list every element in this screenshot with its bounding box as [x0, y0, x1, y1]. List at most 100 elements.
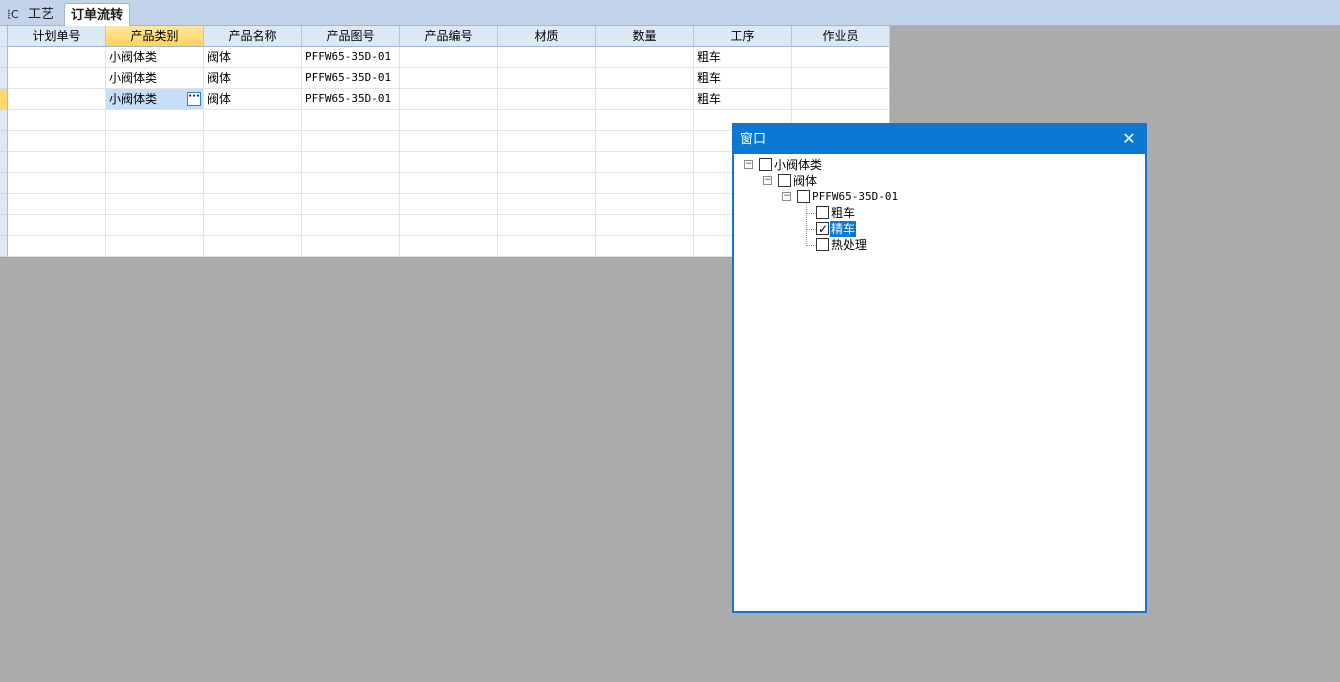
cell-product-category[interactable]: 小阀体类: [106, 68, 204, 89]
grid-cell-empty[interactable]: [498, 131, 596, 152]
cell-operator[interactable]: [792, 68, 889, 89]
tree-checkbox-checked[interactable]: [816, 221, 829, 237]
table-row-current[interactable]: 小阀体类 ··· 阀体 PFFW65-35D-01 粗车: [0, 89, 889, 110]
tree-checkbox[interactable]: [797, 190, 810, 203]
cell-product-name[interactable]: 阀体: [204, 89, 302, 110]
grid-cell-empty[interactable]: [106, 110, 204, 131]
cell-product-code[interactable]: [400, 47, 498, 68]
grid-cell-empty[interactable]: [596, 215, 694, 236]
grid-cell-empty[interactable]: [302, 152, 400, 173]
cell-plan-no[interactable]: [8, 47, 106, 68]
row-header[interactable]: [0, 173, 8, 194]
cell-product-name[interactable]: 阀体: [204, 47, 302, 68]
cell-product-code[interactable]: [400, 89, 498, 110]
row-header[interactable]: [0, 194, 8, 215]
tab-craft[interactable]: 工艺: [22, 3, 60, 26]
grid-cell-empty[interactable]: [400, 236, 498, 257]
col-header-quantity[interactable]: 数量: [596, 26, 694, 47]
grid-cell-empty[interactable]: [498, 110, 596, 131]
cell-product-category-editing[interactable]: 小阀体类 ···: [106, 89, 204, 110]
grid-cell-empty[interactable]: [204, 215, 302, 236]
grid-cell-empty[interactable]: [498, 236, 596, 257]
tree-node-product[interactable]: − 阀体: [763, 173, 1043, 189]
grid-cell-empty[interactable]: [8, 194, 106, 215]
cell-editor-text[interactable]: 小阀体类: [109, 92, 157, 106]
grid-cell-empty[interactable]: [204, 131, 302, 152]
grid-cell-empty[interactable]: [8, 110, 106, 131]
cell-drawing-no[interactable]: PFFW65-35D-01: [302, 68, 400, 89]
tab-partial[interactable]: 表C: [8, 3, 25, 26]
grid-cell-empty[interactable]: [400, 194, 498, 215]
cell-quantity[interactable]: [596, 68, 694, 89]
row-header-current[interactable]: [0, 89, 8, 110]
cell-material[interactable]: [498, 89, 596, 110]
grid-cell-empty[interactable]: [302, 194, 400, 215]
grid-cell-empty[interactable]: [106, 152, 204, 173]
cell-quantity[interactable]: [596, 89, 694, 110]
tree-node-process-rough[interactable]: 粗车: [816, 205, 1016, 221]
grid-cell-empty[interactable]: [8, 236, 106, 257]
row-header[interactable]: [0, 236, 8, 257]
row-header[interactable]: [0, 110, 8, 131]
col-header-process[interactable]: 工序: [694, 26, 792, 47]
grid-cell-empty[interactable]: [596, 194, 694, 215]
col-header-product-category[interactable]: 产品类别: [106, 26, 204, 47]
grid-cell-empty[interactable]: [204, 152, 302, 173]
grid-cell-empty[interactable]: [204, 173, 302, 194]
row-header[interactable]: [0, 131, 8, 152]
grid-cell-empty[interactable]: [8, 131, 106, 152]
row-header[interactable]: [0, 68, 8, 89]
collapse-icon[interactable]: −: [782, 192, 791, 201]
col-header-product-name[interactable]: 产品名称: [204, 26, 302, 47]
grid-cell-empty[interactable]: [498, 194, 596, 215]
tree-checkbox[interactable]: [778, 174, 791, 187]
grid-cell-empty[interactable]: [106, 236, 204, 257]
cell-material[interactable]: [498, 47, 596, 68]
cell-process[interactable]: 粗车: [694, 47, 792, 68]
col-header-material[interactable]: 材质: [498, 26, 596, 47]
tree-node-process-finish[interactable]: 精车: [816, 220, 1016, 238]
grid-cell-empty[interactable]: [596, 131, 694, 152]
cell-product-category[interactable]: 小阀体类: [106, 47, 204, 68]
tab-order-flow[interactable]: 订单流转: [64, 3, 131, 27]
grid-cell-empty[interactable]: [106, 131, 204, 152]
close-icon[interactable]: ✕: [1121, 131, 1137, 147]
grid-cell-empty[interactable]: [8, 152, 106, 173]
cell-product-code[interactable]: [400, 68, 498, 89]
grid-cell-empty[interactable]: [302, 131, 400, 152]
grid-cell-empty[interactable]: [8, 173, 106, 194]
grid-cell-empty[interactable]: [498, 173, 596, 194]
grid-cell-empty[interactable]: [302, 236, 400, 257]
row-header[interactable]: [0, 152, 8, 173]
tree-node-drawing[interactable]: − PFFW65-35D-01: [782, 189, 1042, 205]
col-header-operator[interactable]: 作业员: [792, 26, 889, 47]
grid-cell-empty[interactable]: [596, 152, 694, 173]
grid-cell-empty[interactable]: [302, 110, 400, 131]
col-header-drawing-no[interactable]: 产品图号: [302, 26, 400, 47]
cell-process[interactable]: 粗车: [694, 68, 792, 89]
row-header[interactable]: [0, 215, 8, 236]
cell-operator[interactable]: [792, 89, 889, 110]
collapse-icon[interactable]: −: [744, 160, 753, 169]
grid-cell-empty[interactable]: [400, 110, 498, 131]
tree-node-category[interactable]: − 小阀体类: [744, 157, 1044, 173]
cell-process[interactable]: 粗车: [694, 89, 792, 110]
row-header[interactable]: [0, 47, 8, 68]
grid-cell-empty[interactable]: [8, 215, 106, 236]
grid-cell-empty[interactable]: [498, 152, 596, 173]
grid-cell-empty[interactable]: [302, 173, 400, 194]
cell-drawing-no[interactable]: PFFW65-35D-01: [302, 47, 400, 68]
grid-cell-empty[interactable]: [106, 173, 204, 194]
grid-cell-empty[interactable]: [106, 194, 204, 215]
col-header-plan-no[interactable]: 计划单号: [8, 26, 106, 47]
cell-material[interactable]: [498, 68, 596, 89]
cell-plan-no[interactable]: [8, 89, 106, 110]
grid-cell-empty[interactable]: [400, 173, 498, 194]
table-row[interactable]: 小阀体类 阀体 PFFW65-35D-01 粗车: [0, 68, 889, 89]
grid-cell-empty[interactable]: [498, 215, 596, 236]
cell-plan-no[interactable]: [8, 68, 106, 89]
popup-title-bar[interactable]: 窗口 ✕: [734, 125, 1145, 154]
grid-cell-empty[interactable]: [204, 194, 302, 215]
tree-checkbox[interactable]: [816, 206, 829, 219]
collapse-icon[interactable]: −: [763, 176, 772, 185]
